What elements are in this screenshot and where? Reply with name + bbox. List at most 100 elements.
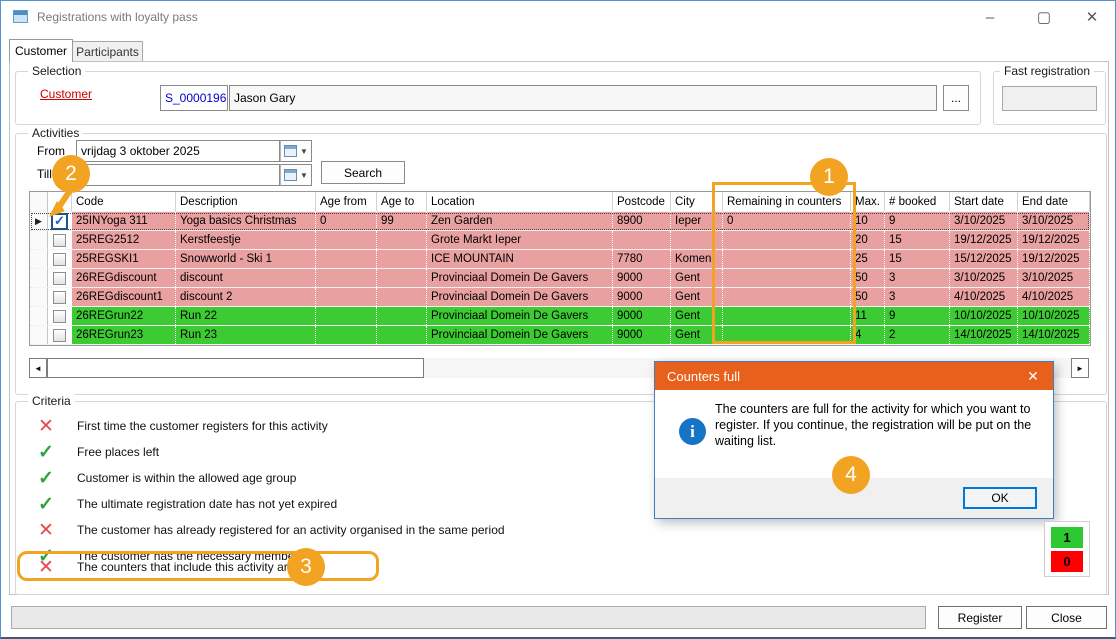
- row-checkbox-cell[interactable]: [48, 250, 72, 268]
- from-date-input[interactable]: vrijdag 3 oktober 2025: [76, 140, 280, 162]
- cell-end-date: 3/10/2025: [1018, 212, 1090, 230]
- row-checkbox-cell[interactable]: [48, 269, 72, 287]
- cell-max: 4: [851, 326, 885, 344]
- selection-group-label: Selection: [28, 64, 85, 78]
- col-header[interactable]: Postcode: [613, 192, 671, 211]
- customer-link[interactable]: Customer: [40, 87, 92, 101]
- criteria-text: First time the customer registers for th…: [77, 419, 328, 433]
- dialog-title-bar: Counters full ✕: [655, 362, 1053, 390]
- checkbox-unchecked[interactable]: [53, 329, 66, 342]
- checkbox-unchecked[interactable]: [53, 234, 66, 247]
- register-button[interactable]: Register: [938, 606, 1022, 629]
- minimize-button[interactable]: –: [967, 1, 1013, 33]
- row-checkbox-cell[interactable]: [48, 326, 72, 344]
- row-checkbox-cell[interactable]: [48, 231, 72, 249]
- table-row[interactable]: ▶ ✓ 25INYoga 311 Yoga basics Christmas 0…: [30, 212, 1090, 231]
- grid-header-row: Code Description Age from Age to Locatio…: [30, 192, 1090, 212]
- col-header[interactable]: Start date: [950, 192, 1018, 211]
- scroll-right-button[interactable]: ►: [1071, 358, 1089, 378]
- cell-code: 26REGrun22: [72, 307, 176, 325]
- table-row[interactable]: 25REG2512 Kerstfeestje Grote Markt Ieper…: [30, 231, 1090, 250]
- cell-description: discount: [176, 269, 316, 287]
- customer-name-field[interactable]: Jason Gary: [229, 85, 937, 111]
- row-selector[interactable]: [30, 326, 48, 344]
- row-checkbox-cell[interactable]: [48, 307, 72, 325]
- row-selector[interactable]: [30, 307, 48, 325]
- col-header[interactable]: # booked: [885, 192, 950, 211]
- cell-location: Grote Markt Ieper: [427, 231, 613, 249]
- col-header[interactable]: Age to: [377, 192, 427, 211]
- row-selector[interactable]: [30, 250, 48, 268]
- tab-customer[interactable]: Customer: [9, 39, 73, 62]
- row-checkbox-cell[interactable]: [48, 288, 72, 306]
- cell-description: Snowworld - Ski 1: [176, 250, 316, 268]
- cell-age-from: [316, 326, 377, 344]
- callout-badge-3: 3: [287, 548, 325, 586]
- tab-participants[interactable]: Participants: [73, 41, 143, 62]
- scrollbar-thumb[interactable]: [47, 358, 424, 378]
- legend-available-count: 1: [1051, 527, 1083, 548]
- dialog-close-icon[interactable]: ✕: [1013, 362, 1053, 390]
- customer-id-field[interactable]: S_0000196: [160, 85, 228, 111]
- checkbox-unchecked[interactable]: [53, 310, 66, 323]
- till-date-input[interactable]: [76, 164, 280, 186]
- cell-code: 25INYoga 311: [72, 212, 176, 230]
- checkbox-unchecked[interactable]: [53, 272, 66, 285]
- col-header[interactable]: Code: [72, 192, 176, 211]
- cell-postcode: 9000: [613, 326, 671, 344]
- ok-button[interactable]: OK: [963, 487, 1037, 509]
- cross-icon: ✕: [29, 519, 63, 542]
- fast-registration-label: Fast registration: [1000, 64, 1094, 78]
- search-button[interactable]: Search: [321, 161, 405, 184]
- calendar-icon: [284, 169, 297, 181]
- cell-booked: 3: [885, 288, 950, 306]
- cell-postcode: [613, 231, 671, 249]
- counters-full-dialog: Counters full ✕ i The counters are full …: [654, 361, 1054, 519]
- cell-code: 26REGrun23: [72, 326, 176, 344]
- row-selector[interactable]: [30, 231, 48, 249]
- close-footer-button[interactable]: Close: [1026, 606, 1107, 629]
- col-header[interactable]: End date: [1018, 192, 1090, 211]
- callout-highlight-remaining-column: [712, 182, 856, 344]
- col-header[interactable]: Location: [427, 192, 613, 211]
- from-calendar-button[interactable]: ▼: [280, 140, 312, 162]
- cell-start-date: 4/10/2025: [950, 288, 1018, 306]
- checkbox-unchecked[interactable]: [53, 253, 66, 266]
- cell-age-from: [316, 307, 377, 325]
- table-row[interactable]: 26REGdiscount1 discount 2 Provinciaal Do…: [30, 288, 1090, 307]
- cross-icon: ✕: [29, 415, 63, 438]
- cell-age-to: [377, 288, 427, 306]
- criteria-item: ✕ The customer has already registered fo…: [29, 517, 505, 543]
- cell-booked: 9: [885, 307, 950, 325]
- close-button[interactable]: ✕: [1069, 1, 1115, 33]
- table-row[interactable]: 26REGrun23 Run 23 Provinciaal Domein De …: [30, 326, 1090, 345]
- customer-browse-button[interactable]: ...: [943, 85, 969, 111]
- till-calendar-button[interactable]: ▼: [280, 164, 312, 186]
- cell-age-to: [377, 307, 427, 325]
- cell-age-from: 0: [316, 212, 377, 230]
- cell-code: 25REG2512: [72, 231, 176, 249]
- cell-max: 25: [851, 250, 885, 268]
- table-row[interactable]: 25REGSKI1 Snowworld - Ski 1 ICE MOUNTAIN…: [30, 250, 1090, 269]
- app-window-icon: [13, 10, 28, 23]
- criteria-item: ✕ First time the customer registers for …: [29, 413, 328, 439]
- cell-start-date: 10/10/2025: [950, 307, 1018, 325]
- cell-booked: 2: [885, 326, 950, 344]
- cell-age-to: [377, 326, 427, 344]
- fast-registration-input[interactable]: [1002, 86, 1097, 111]
- activities-grid: Code Description Age from Age to Locatio…: [29, 191, 1091, 346]
- table-row[interactable]: 26REGrun22 Run 22 Provinciaal Domein De …: [30, 307, 1090, 326]
- checkbox-unchecked[interactable]: [53, 291, 66, 304]
- scroll-left-button[interactable]: ◄: [29, 358, 47, 378]
- table-row[interactable]: 26REGdiscount discount Provinciaal Domei…: [30, 269, 1090, 288]
- col-header[interactable]: Age from: [316, 192, 377, 211]
- cell-location: Provinciaal Domein De Gavers: [427, 326, 613, 344]
- row-selector[interactable]: [30, 288, 48, 306]
- col-header[interactable]: Max.: [851, 192, 885, 211]
- cell-end-date: 4/10/2025: [1018, 288, 1090, 306]
- maximize-button[interactable]: ▢: [1021, 1, 1067, 33]
- check-icon: ✓: [29, 467, 63, 490]
- cell-end-date: 19/12/2025: [1018, 231, 1090, 249]
- col-header[interactable]: Description: [176, 192, 316, 211]
- row-selector[interactable]: [30, 269, 48, 287]
